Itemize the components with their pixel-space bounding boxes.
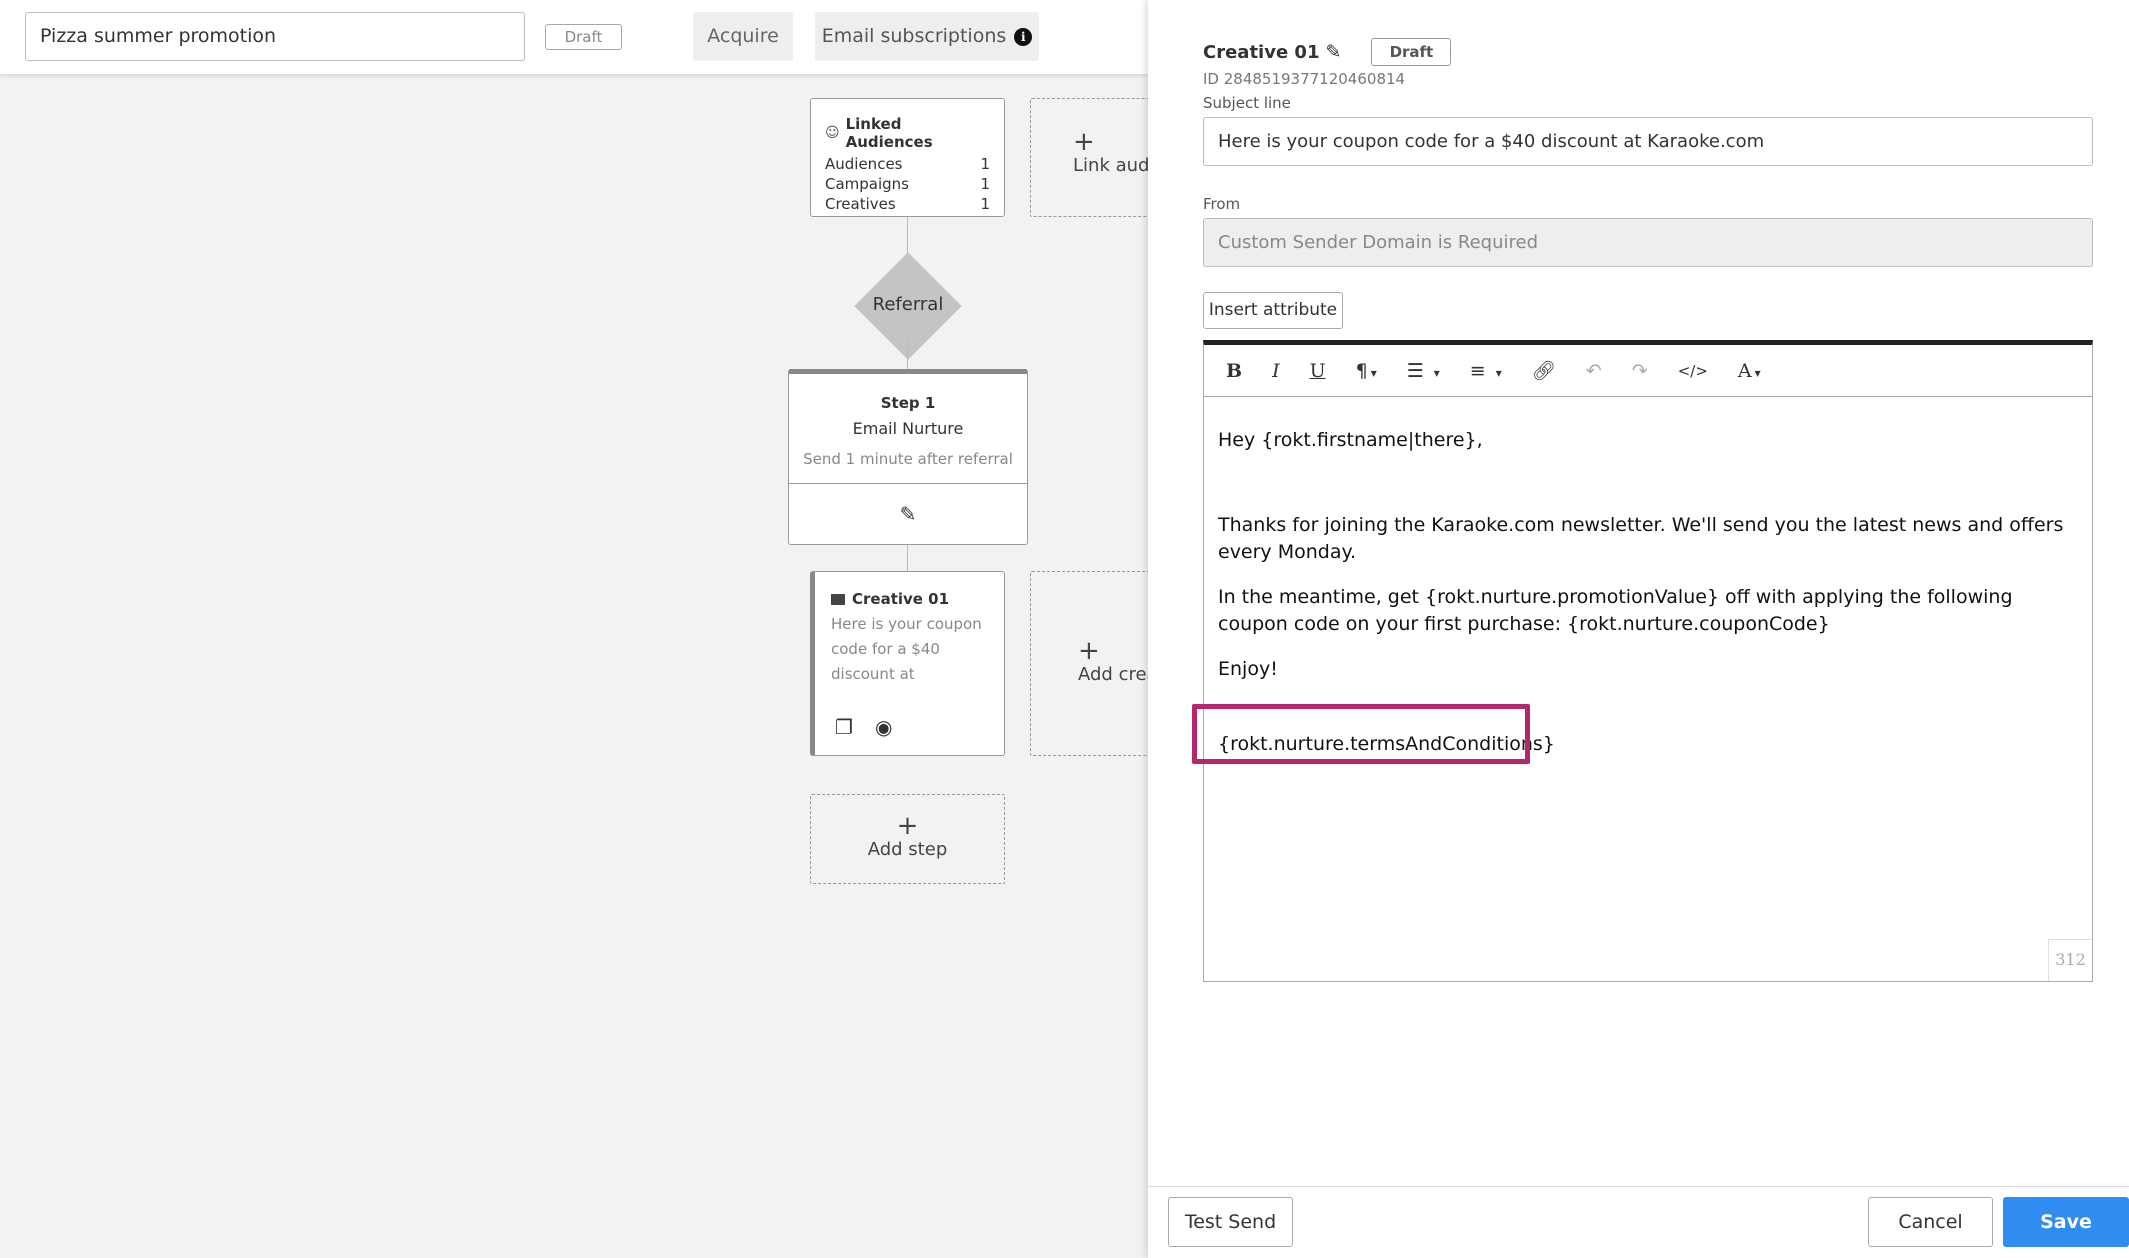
step-card[interactable]: Step 1 Email Nurture Send 1 minute after… xyxy=(788,369,1028,545)
save-button[interactable]: Save xyxy=(2003,1197,2129,1247)
connector-line xyxy=(907,545,908,572)
panel-title: Creative 01 xyxy=(1203,41,1320,63)
add-creative-button[interactable]: + Add crea xyxy=(1030,571,1160,756)
plus-icon: + xyxy=(1073,127,1095,157)
linked-row-campaigns: Campaigns 1 xyxy=(825,174,990,194)
eye-icon[interactable]: ◉ xyxy=(875,715,892,739)
linked-audiences-card[interactable]: ☺ Linked Audiences Audiences 1 Campaigns 1 … xyxy=(810,98,1005,217)
undo-icon[interactable]: ↶ xyxy=(1586,360,1602,382)
row-label: Creatives xyxy=(825,195,896,213)
test-send-button[interactable]: Test Send xyxy=(1168,1197,1293,1247)
step-description: Send 1 minute after referral xyxy=(803,450,1013,468)
underline-icon[interactable]: U xyxy=(1310,360,1326,382)
bold-icon[interactable]: B xyxy=(1226,360,1242,382)
font-icon[interactable]: A ▾ xyxy=(1738,360,1761,382)
step-number: Step 1 xyxy=(880,394,936,412)
connector-line xyxy=(907,340,908,370)
link-audience-button[interactable]: + Link audi xyxy=(1030,98,1160,217)
add-step-label: Add step xyxy=(867,839,948,860)
creative-card-title: Creative 01 xyxy=(852,590,950,608)
rich-text-editor[interactable]: B I U ¶ ▾ ☰ ▾ ≡ ▾ 🔗︎ ↶ ↷ </> A ▾ Hey {rokt.f… xyxy=(1203,340,2093,982)
creative-id: ID 2848519377120460814 xyxy=(1203,70,1406,88)
editor-line: Enjoy! xyxy=(1218,658,1278,680)
edit-step-button[interactable]: ✎ xyxy=(789,484,1027,544)
redo-icon[interactable]: ↷ xyxy=(1632,360,1648,382)
bullet-list-icon[interactable]: ≡ ▾ xyxy=(1470,360,1502,382)
cancel-button[interactable]: Cancel xyxy=(1868,1197,1993,1247)
campaign-status-badge: Draft xyxy=(545,24,622,50)
pencil-icon: ✎ xyxy=(899,502,917,526)
from-label: From xyxy=(1203,195,1241,213)
subject-label: Subject line xyxy=(1203,94,1291,112)
highlight-box xyxy=(1192,704,1530,764)
row-label: Campaigns xyxy=(825,175,910,193)
plus-icon: + xyxy=(896,811,919,841)
tab-email-subscriptions[interactable]: Email subscriptions i xyxy=(815,12,1039,61)
plus-icon: + xyxy=(1078,636,1100,666)
panel-footer: Test Send Cancel Save xyxy=(1148,1186,2129,1258)
flow-canvas: ☺ Linked Audiences Audiences 1 Campaigns 1 … xyxy=(0,76,1160,1258)
row-value: 1 xyxy=(980,155,990,173)
linked-row-creatives: Creatives 1 xyxy=(825,194,990,214)
paragraph-icon[interactable]: ¶ ▾ xyxy=(1356,360,1377,382)
editor-toolbar: B I U ¶ ▾ ☰ ▾ ≡ ▾ 🔗︎ ↶ ↷ </> A ▾ xyxy=(1204,345,2092,397)
ordered-list-icon[interactable]: ☰ ▾ xyxy=(1407,360,1440,382)
envelope-icon xyxy=(831,593,845,605)
editor-line: In the meantime, get {rokt.nurture.promo… xyxy=(1218,586,2013,635)
people-icon: ☺ xyxy=(825,125,840,141)
add-creative-label: Add crea xyxy=(1078,664,1158,685)
top-bar: Pizza summer promotion Draft Acquire Ema… xyxy=(0,0,1148,75)
editor-line: Hey {rokt.firstname|there}, xyxy=(1218,429,1483,451)
creative-editor-panel: Creative 01 ✎ Draft ID 28485193771204608… xyxy=(1148,0,2129,1258)
linked-row-audiences: Audiences 1 xyxy=(825,154,990,174)
from-input[interactable]: Custom Sender Domain is Required xyxy=(1203,218,2093,267)
pencil-icon[interactable]: ✎ xyxy=(1325,41,1341,63)
creative-status-badge: Draft xyxy=(1371,38,1452,66)
link-icon[interactable]: 🔗︎ xyxy=(1532,359,1556,382)
row-value: 1 xyxy=(980,195,990,213)
code-icon[interactable]: </> xyxy=(1678,362,1708,380)
link-audience-label: Link audi xyxy=(1073,155,1155,176)
info-icon[interactable]: i xyxy=(1014,27,1033,46)
copy-icon[interactable]: ❐ xyxy=(835,715,853,739)
row-label: Audiences xyxy=(825,155,903,173)
creative-card[interactable]: Creative 01 Here is your coupon code for… xyxy=(810,571,1005,756)
row-value: 1 xyxy=(980,175,990,193)
add-step-button[interactable]: + Add step xyxy=(810,794,1005,884)
tab-email-label: Email subscriptions xyxy=(821,25,1007,47)
subject-input[interactable]: Here is your coupon code for a $40 disco… xyxy=(1203,117,2093,166)
referral-label: Referral xyxy=(872,294,944,315)
creative-card-preview: Here is your coupon code for a $40 disco… xyxy=(831,615,982,683)
tab-acquire[interactable]: Acquire xyxy=(693,12,793,61)
linked-audiences-title: Linked Audiences xyxy=(845,115,933,151)
step-name: Email Nurture xyxy=(852,419,964,438)
character-counter: 312 xyxy=(2048,939,2092,981)
editor-line: Thanks for joining the Karaoke.com newsl… xyxy=(1218,514,2064,563)
italic-icon[interactable]: I xyxy=(1272,360,1280,382)
insert-attribute-button[interactable]: Insert attribute xyxy=(1203,292,1343,329)
campaign-name-input[interactable]: Pizza summer promotion xyxy=(25,12,525,61)
